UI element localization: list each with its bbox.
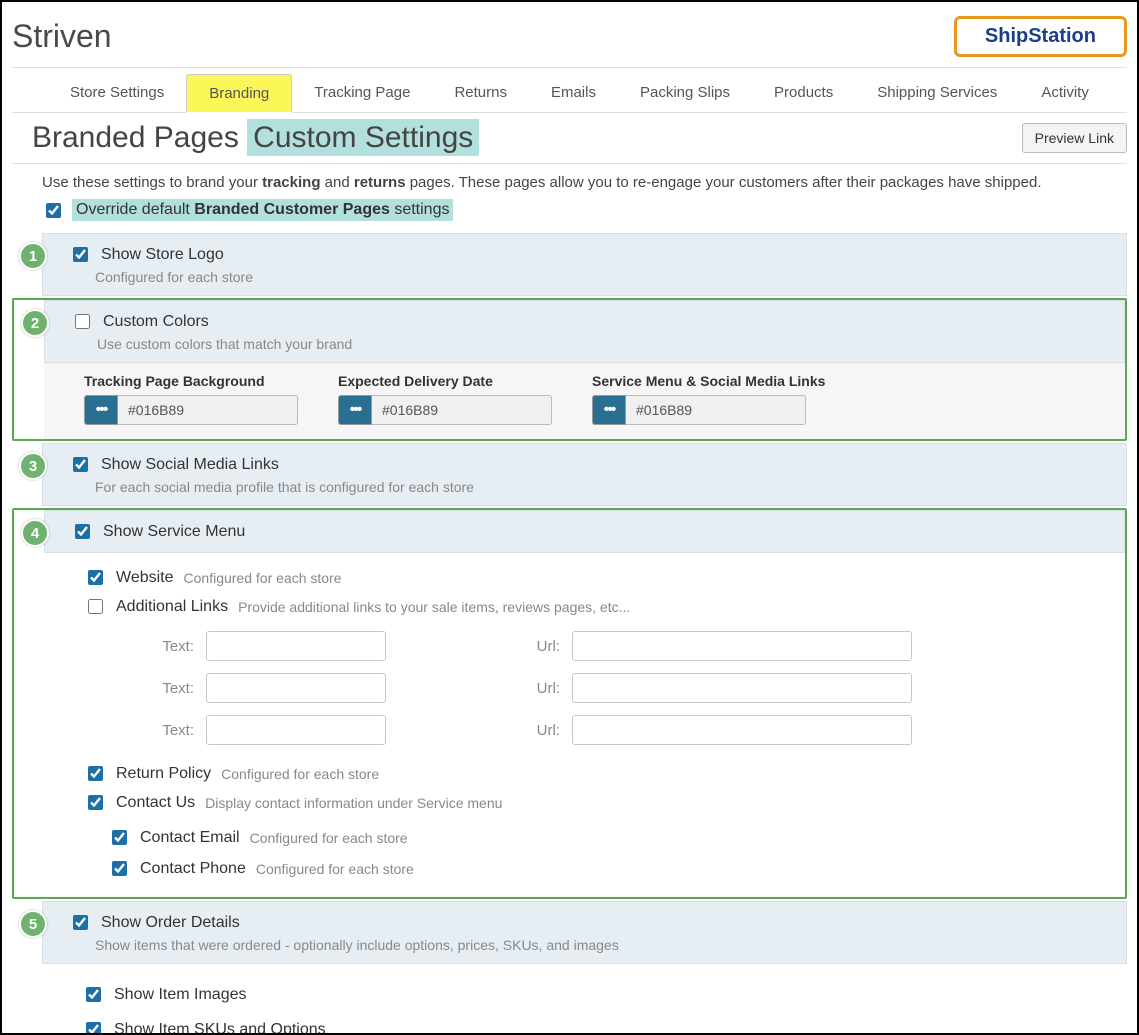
section-3-desc: For each social media profile that is co…	[95, 475, 1112, 495]
show-store-logo-checkbox[interactable]	[73, 247, 88, 262]
show-item-skus-checkbox[interactable]	[86, 1022, 101, 1035]
intro-pre: Use these settings to brand your	[42, 174, 262, 191]
show-social-checkbox[interactable]	[73, 457, 88, 472]
section-5-body: Show Item Images Show Item SKUs and Opti…	[42, 964, 1127, 1035]
color-1-input[interactable]	[118, 395, 298, 425]
contact-us-checkbox[interactable]	[88, 795, 103, 810]
link-2-text-label: Text:	[144, 680, 194, 697]
section-5-title: Show Order Details	[101, 914, 240, 932]
intro-text: Use these settings to brand your trackin…	[12, 164, 1127, 197]
website-label: Website	[116, 569, 174, 587]
return-policy-label: Return Policy	[116, 765, 211, 783]
intro-bold-1: tracking	[262, 174, 320, 191]
website-hint: Configured for each store	[184, 570, 342, 586]
link-3-text-input[interactable]	[206, 715, 386, 745]
link-2-url-input[interactable]	[572, 673, 912, 703]
badge-1: 1	[19, 242, 47, 270]
contact-us-label: Contact Us	[116, 794, 195, 812]
contact-phone-label: Contact Phone	[140, 860, 246, 878]
badge-2: 2	[21, 309, 49, 337]
additional-links-hint: Provide additional links to your sale it…	[238, 599, 630, 615]
override-post: settings	[390, 201, 450, 218]
override-checkbox[interactable]	[46, 203, 61, 218]
contact-email-checkbox[interactable]	[112, 830, 127, 845]
override-bold: Branded Customer Pages	[194, 201, 390, 218]
tab-activity[interactable]: Activity	[1019, 74, 1111, 112]
link-1-url-input[interactable]	[572, 631, 912, 661]
custom-colors-checkbox[interactable]	[75, 314, 90, 329]
section-2-head: 2 Custom Colors Use custom colors that m…	[44, 300, 1125, 363]
section-4-title: Show Service Menu	[103, 523, 245, 541]
tab-emails[interactable]: Emails	[529, 74, 618, 112]
tab-branding[interactable]: Branding	[186, 74, 292, 113]
section-4-body: Website Configured for each store Additi…	[44, 553, 1125, 897]
color-3-picker-icon[interactable]: •••	[592, 395, 626, 425]
section-1-desc: Configured for each store	[95, 265, 1112, 285]
tab-returns[interactable]: Returns	[432, 74, 529, 112]
show-item-skus-label: Show Item SKUs and Options	[114, 1021, 326, 1035]
badge-3: 3	[19, 452, 47, 480]
intro-bold-2: returns	[354, 174, 406, 191]
section-1-title: Show Store Logo	[101, 246, 224, 264]
section-5-head: 5 Show Order Details Show items that wer…	[42, 901, 1127, 964]
color-1-picker-icon[interactable]: •••	[84, 395, 118, 425]
link-2-url-label: Url:	[510, 680, 560, 697]
intro-mid: and	[320, 174, 353, 191]
shipstation-badge: ShipStation	[954, 16, 1127, 57]
link-1-text-label: Text:	[144, 638, 194, 655]
color-3-label: Service Menu & Social Media Links	[592, 373, 825, 389]
tab-products[interactable]: Products	[752, 74, 855, 112]
link-1-text-input[interactable]	[206, 631, 386, 661]
page-title: Branded Pages Custom Settings	[32, 121, 479, 155]
return-policy-hint: Configured for each store	[221, 766, 379, 782]
color-2-input[interactable]	[372, 395, 552, 425]
section-2-title: Custom Colors	[103, 313, 209, 331]
intro-post: pages. These pages allow you to re-engag…	[406, 174, 1042, 191]
tab-tracking-page[interactable]: Tracking Page	[292, 74, 432, 112]
contact-email-hint: Configured for each store	[250, 830, 408, 846]
preview-link-button[interactable]: Preview Link	[1022, 123, 1127, 153]
color-3-input[interactable]	[626, 395, 806, 425]
link-2-text-input[interactable]	[206, 673, 386, 703]
contact-us-hint: Display contact information under Servic…	[205, 795, 502, 811]
tab-store-settings[interactable]: Store Settings	[48, 74, 186, 112]
contact-email-label: Contact Email	[140, 829, 240, 847]
link-1-url-label: Url:	[510, 638, 560, 655]
link-3-url-label: Url:	[510, 722, 560, 739]
section-3-title: Show Social Media Links	[101, 456, 279, 474]
additional-links-checkbox[interactable]	[88, 599, 103, 614]
contact-phone-checkbox[interactable]	[112, 861, 127, 876]
website-checkbox[interactable]	[88, 570, 103, 585]
section-1-head: 1 Show Store Logo Configured for each st…	[42, 233, 1127, 296]
section-3-head: 3 Show Social Media Links For each socia…	[42, 443, 1127, 506]
color-2-label: Expected Delivery Date	[338, 373, 552, 389]
color-1-label: Tracking Page Background	[84, 373, 298, 389]
return-policy-checkbox[interactable]	[88, 766, 103, 781]
show-order-details-checkbox[interactable]	[73, 915, 88, 930]
contact-phone-hint: Configured for each store	[256, 861, 414, 877]
show-service-menu-checkbox[interactable]	[75, 524, 90, 539]
page-title-plain: Branded Pages	[32, 121, 247, 154]
section-5-desc: Show items that were ordered - optionall…	[95, 933, 1112, 953]
override-label: Override default Branded Customer Pages …	[72, 199, 453, 221]
tab-packing-slips[interactable]: Packing Slips	[618, 74, 752, 112]
tabs: Store Settings Branding Tracking Page Re…	[12, 74, 1127, 113]
page-title-highlight: Custom Settings	[247, 119, 479, 156]
badge-4: 4	[21, 519, 49, 547]
badge-5: 5	[19, 910, 47, 938]
section-2-body: Tracking Page Background ••• Expected De…	[44, 363, 1125, 439]
show-item-images-label: Show Item Images	[114, 986, 247, 1004]
section-4-head: 4 Show Service Menu	[44, 510, 1125, 553]
section-2-desc: Use custom colors that match your brand	[97, 332, 1110, 352]
link-3-url-input[interactable]	[572, 715, 912, 745]
tab-shipping-services[interactable]: Shipping Services	[855, 74, 1019, 112]
show-item-images-checkbox[interactable]	[86, 987, 101, 1002]
link-3-text-label: Text:	[144, 722, 194, 739]
app-title: Striven	[12, 18, 112, 55]
additional-links-label: Additional Links	[116, 598, 228, 616]
color-2-picker-icon[interactable]: •••	[338, 395, 372, 425]
override-pre: Override default	[76, 201, 194, 218]
